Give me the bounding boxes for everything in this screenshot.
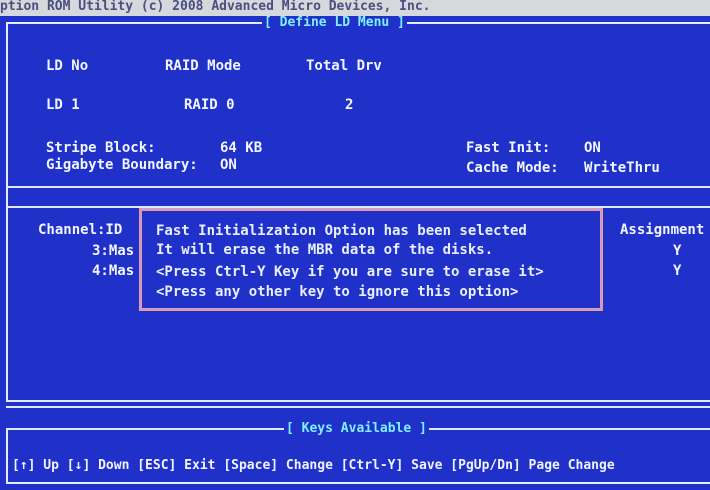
- cache-mode-value[interactable]: WriteThru: [584, 160, 660, 176]
- assignment-row-1[interactable]: Y: [673, 243, 681, 259]
- channel-id-header: Channel:ID: [38, 222, 123, 238]
- channel-row-1[interactable]: 3:Mas: [92, 243, 134, 259]
- define-ld-menu-title: [ Define LD Menu ]: [262, 15, 407, 30]
- assignment-row-2[interactable]: Y: [673, 263, 681, 279]
- dialog-line-4: <Press any other key to ignore this opti…: [156, 284, 519, 300]
- channel-row-2[interactable]: 4:Mas: [92, 263, 134, 279]
- fast-init-label: Fast Init:: [466, 140, 551, 156]
- total-drv-header: Total Drv: [306, 58, 382, 74]
- dialog-line-1: Fast Initialization Option has been sele…: [156, 223, 527, 239]
- fast-init-value[interactable]: ON: [584, 140, 601, 156]
- stripe-block-label: Stripe Block:: [46, 140, 156, 156]
- cache-mode-label: Cache Mode:: [466, 160, 559, 176]
- key-help-line: [↑] Up [↓] Down [ESC] Exit [Space] Chang…: [12, 458, 615, 473]
- keys-frame-top: [6, 406, 710, 408]
- utility-header-bar: ption ROM Utility (c) 2008 Advanced Micr…: [0, 0, 710, 16]
- dialog-line-2: It will erase the MBR data of the disks.: [156, 242, 494, 258]
- raid-mode-value[interactable]: RAID 0: [184, 97, 235, 113]
- keys-panel: [6, 428, 710, 484]
- bios-screen: ption ROM Utility (c) 2008 Advanced Micr…: [0, 0, 710, 490]
- ld-no-value[interactable]: LD 1: [46, 97, 80, 113]
- assignment-header: Assignment: [620, 222, 705, 238]
- fast-init-confirm-dialog[interactable]: Fast Initialization Option has been sele…: [139, 208, 603, 311]
- gigabyte-boundary-value[interactable]: ON: [220, 157, 237, 173]
- ld-no-header: LD No: [46, 58, 89, 74]
- stripe-block-value[interactable]: 64 KB: [220, 140, 262, 156]
- raid-mode-header: RAID Mode: [165, 58, 241, 74]
- gigabyte-boundary-label: Gigabyte Boundary:: [46, 157, 198, 173]
- section-divider: [6, 186, 710, 188]
- total-drv-value[interactable]: 2: [345, 97, 353, 113]
- dialog-line-3: <Press Ctrl-Y Key if you are sure to era…: [156, 264, 544, 280]
